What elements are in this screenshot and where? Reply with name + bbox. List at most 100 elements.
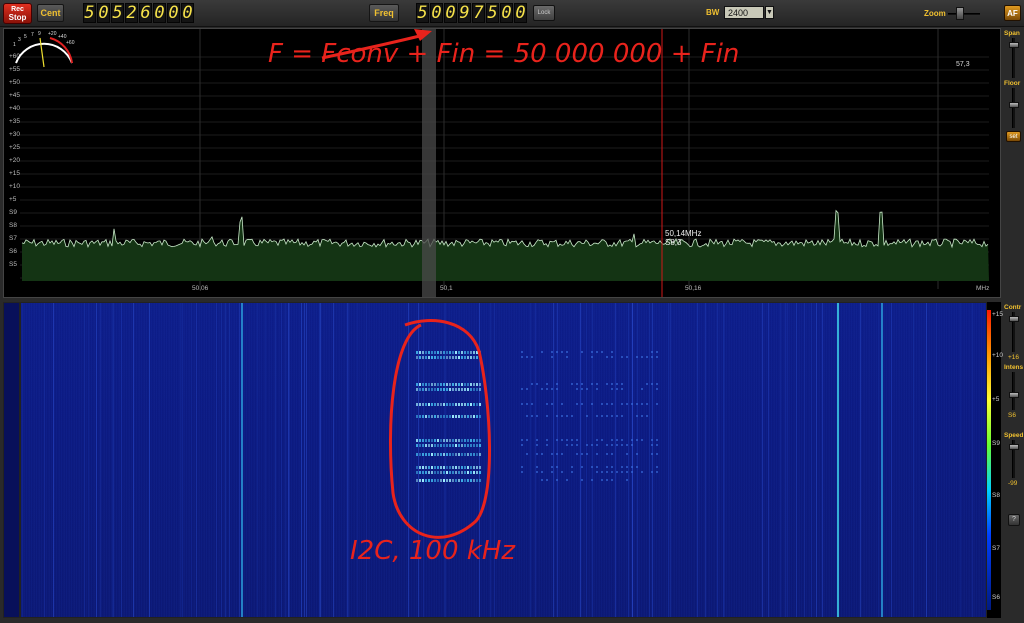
s-meter-gauge: 1 3 5 7 9 +20 +40 +60	[13, 31, 75, 68]
rec-label: Rec	[11, 6, 24, 13]
freq-digit[interactable]: 0	[514, 3, 527, 23]
i2c-annotation: I2C, 100 kHz	[350, 536, 516, 566]
contrast-slider-knob[interactable]	[1009, 316, 1019, 322]
db-label: +20	[9, 157, 21, 164]
waterfall-option-button[interactable]: ?	[1008, 514, 1020, 526]
db-label: +30	[9, 131, 21, 138]
cent-digit[interactable]: 0	[167, 3, 180, 23]
zoom-slider-track	[948, 13, 980, 15]
db-label: S8	[9, 222, 17, 229]
freq-digit[interactable]: 9	[458, 3, 471, 23]
waterfall-scale-label: S9	[992, 440, 1000, 447]
spectrum-graph	[20, 29, 989, 297]
floor-slider[interactable]	[1009, 88, 1019, 128]
zoom-label: Zoom	[924, 9, 946, 18]
waterfall-scale-label: +10	[992, 352, 1004, 359]
intensity-label: Intens	[1004, 364, 1024, 371]
s-meter-tick: 3	[18, 37, 21, 43]
db-label: S5	[9, 261, 17, 268]
freq-digit[interactable]: 0	[444, 3, 457, 23]
db-label: +10	[9, 183, 21, 190]
s-meter-value: 57,3	[956, 61, 970, 68]
db-label: +35	[9, 118, 21, 125]
center-frequency-display[interactable]: 5 0 5 2 6 0 0 0	[83, 3, 194, 23]
contrast-slider[interactable]	[1009, 312, 1019, 352]
contrast-label: Contr	[1004, 304, 1022, 311]
speed-label: Speed	[1004, 432, 1024, 439]
cent-digit[interactable]: 5	[83, 3, 96, 23]
waterfall-scale-label: +5	[992, 396, 1000, 403]
bandwidth-label: BW	[706, 8, 720, 17]
db-label: +25	[9, 144, 21, 151]
top-toolbar: Rec Stop Cent 5 0 5 2 6 0 0 0 Freq 5 0 0…	[0, 0, 1024, 27]
intensity-value: S6	[1008, 412, 1016, 419]
s-meter-tick: 7	[31, 32, 34, 38]
zoom-slider[interactable]	[946, 6, 982, 21]
freq-tick-label: 50,06	[192, 285, 209, 292]
stop-label: Stop	[8, 13, 27, 22]
cent-digit[interactable]: 6	[139, 3, 152, 23]
intensity-slider-rail	[1012, 372, 1015, 410]
freq-unit-label: MHz	[976, 285, 990, 292]
waterfall-scale-label: S6	[992, 594, 1000, 601]
freq-digit[interactable]: 0	[430, 3, 443, 23]
s-meter-tick: 1	[13, 42, 16, 48]
waterfall-color-scale	[987, 310, 991, 610]
db-label: +50	[9, 79, 21, 86]
floor-slider-knob[interactable]	[1009, 102, 1019, 108]
waterfall-left-strip	[3, 302, 20, 618]
cent-digit[interactable]: 2	[125, 3, 138, 23]
freq-tick-label: 50,16	[685, 285, 702, 292]
zoom-slider-knob[interactable]	[956, 7, 964, 20]
db-label: S9	[9, 209, 17, 216]
cent-digit[interactable]: 0	[153, 3, 166, 23]
db-label: +15	[9, 170, 21, 177]
intensity-slider-knob[interactable]	[1009, 392, 1019, 398]
db-label: +45	[9, 92, 21, 99]
s-meter-tick: 5	[24, 34, 27, 40]
marker-signal-readout: S8,3	[665, 238, 682, 247]
freq-button[interactable]: Freq	[369, 4, 399, 22]
floor-slider-rail	[1012, 88, 1015, 128]
marker-frequency-readout: 50,14MHz	[665, 229, 702, 238]
cent-digit[interactable]: 0	[181, 3, 194, 23]
span-slider[interactable]	[1009, 38, 1019, 78]
formula-annotation: F = Fconv + Fin = 50 000 000 + Fin	[268, 39, 740, 69]
cent-digit[interactable]: 5	[111, 3, 124, 23]
floor-label: Floor	[1004, 80, 1021, 87]
db-label: S6	[9, 248, 17, 255]
tuned-frequency-display[interactable]: 5 0 0 9 7 5 0 0	[416, 3, 527, 23]
freq-tick-label: 50,1	[440, 285, 453, 292]
freq-digit[interactable]: 0	[500, 3, 513, 23]
waterfall-scale-label: +15	[992, 311, 1004, 318]
waterfall-graph	[22, 303, 973, 617]
lock-button[interactable]: Lock	[533, 5, 555, 21]
db-label: S7	[9, 235, 17, 242]
waterfall-scale-label: S7	[992, 545, 1000, 552]
db-label: +5	[9, 196, 17, 203]
freq-digit[interactable]: 5	[486, 3, 499, 23]
speed-slider[interactable]	[1009, 440, 1019, 478]
speed-value: -99	[1008, 480, 1018, 487]
waterfall-display[interactable]	[20, 302, 987, 618]
span-slider-knob[interactable]	[1009, 42, 1019, 48]
rec-stop-button[interactable]: Rec Stop	[3, 3, 32, 24]
freq-digit[interactable]: 7	[472, 3, 485, 23]
freq-digit[interactable]: 5	[416, 3, 429, 23]
cent-button[interactable]: Cent	[37, 4, 64, 22]
set-button[interactable]: set	[1006, 131, 1021, 142]
passband-highlight	[422, 29, 436, 297]
s-meter-tick: 9	[38, 31, 41, 37]
s-meter-tick: +20	[48, 31, 57, 37]
chevron-down-icon[interactable]: ▼	[765, 6, 774, 19]
bandwidth-select[interactable]: 2400	[724, 6, 764, 19]
s-meter-needle	[39, 37, 45, 68]
s-meter-tick: +60	[66, 40, 75, 46]
contrast-value: +16	[1008, 354, 1020, 361]
span-label: Span	[1004, 30, 1020, 37]
waterfall-scale-label: S8	[992, 492, 1000, 499]
cent-digit[interactable]: 0	[97, 3, 110, 23]
af-button[interactable]: AF	[1004, 5, 1021, 21]
speed-slider-knob[interactable]	[1009, 444, 1019, 450]
intensity-slider[interactable]	[1009, 372, 1019, 410]
